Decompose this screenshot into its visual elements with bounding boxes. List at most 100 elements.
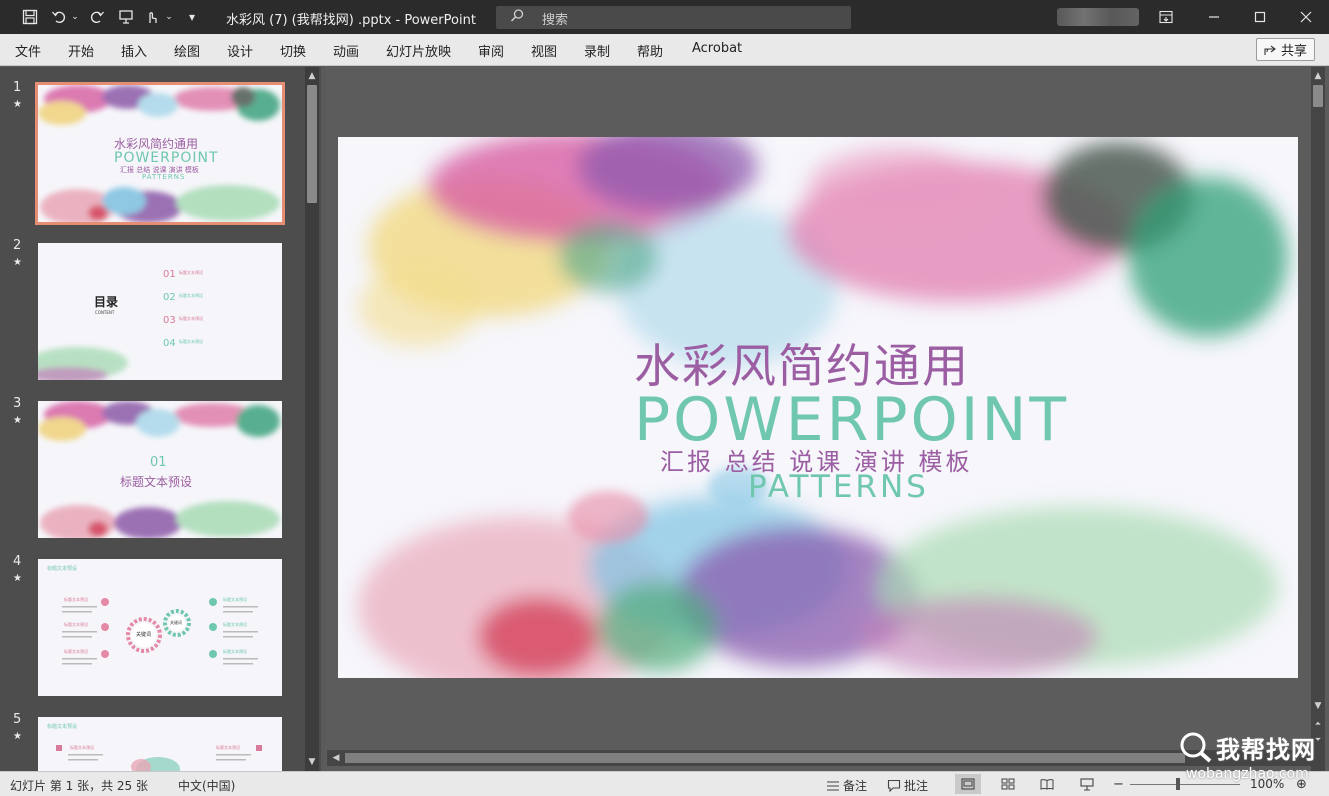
- slide-thumbnail-5[interactable]: 标题文本预设 标题文本预设 标题文本预设: [38, 717, 282, 771]
- animation-star-icon: ★: [13, 573, 22, 584]
- language-indicator[interactable]: 中文(中国): [178, 777, 235, 794]
- minimize-icon[interactable]: [1194, 4, 1234, 30]
- powerpoint-window: ⌄ ⌄ ▾ 水彩风 (7) (我帮找网) .pptx - PowerPoint …: [0, 0, 1329, 796]
- animation-star-icon: ★: [13, 99, 22, 110]
- touch-mode-icon[interactable]: [142, 7, 162, 27]
- tab-animations[interactable]: 动画: [333, 41, 359, 60]
- tab-acrobat[interactable]: Acrobat: [692, 41, 742, 56]
- thumb-item-label: 标题文本预设: [64, 622, 88, 627]
- scroll-up-icon[interactable]: ▲: [1311, 69, 1325, 83]
- slide-number: 5: [13, 712, 22, 727]
- animation-star-icon: ★: [13, 731, 22, 742]
- search-icon: [510, 8, 525, 27]
- notes-icon: [827, 780, 839, 791]
- share-icon: [1264, 45, 1276, 55]
- share-label: 共享: [1280, 44, 1307, 59]
- notes-label: 备注: [843, 779, 868, 793]
- scroll-down-icon[interactable]: ▼: [305, 755, 319, 769]
- tab-view[interactable]: 视图: [531, 41, 557, 60]
- tab-home[interactable]: 开始: [68, 41, 94, 60]
- redo-icon[interactable]: [88, 7, 106, 27]
- tab-review[interactable]: 审阅: [478, 41, 504, 60]
- save-icon[interactable]: [20, 7, 40, 27]
- tab-help[interactable]: 帮助: [637, 41, 663, 60]
- thumb-item-label: 标题文本预设: [70, 745, 94, 750]
- share-button[interactable]: 共享: [1256, 38, 1315, 61]
- watercolor-art: [38, 347, 128, 380]
- slide-thumbnail-4[interactable]: 标题文本预设 关键词 关键词 标题文本预设 标题文本预设 标题文本预设 标题文本…: [38, 559, 282, 696]
- editor-horizontal-scrollbar[interactable]: ◀: [327, 750, 1311, 766]
- watermark-url: wobangzhao.com: [1186, 766, 1309, 782]
- slide-number: 4: [13, 554, 22, 569]
- editor-hscroll-thumb[interactable]: [345, 753, 1185, 763]
- gear-label-a: 关键词: [136, 632, 152, 638]
- touch-dropdown-icon[interactable]: ⌄: [164, 7, 174, 27]
- thumb-item-label: 标题文本预设: [223, 597, 247, 602]
- tab-file[interactable]: 文件: [15, 41, 41, 60]
- scroll-down-icon[interactable]: ▼: [1311, 699, 1325, 713]
- undo-icon[interactable]: [50, 7, 68, 27]
- ribbon-tabs: 文件 开始 插入 绘图 设计 切换 动画 幻灯片放映 审阅 视图 录制 帮助 A…: [0, 34, 1329, 66]
- tab-transitions[interactable]: 切换: [280, 41, 306, 60]
- slide-thumbnail-1[interactable]: 水彩风简约通用 POWERPOINT 汇报 总结 说课 演讲 模板 PATTER…: [35, 82, 285, 225]
- thumb-item-label: 标题文本预设: [223, 622, 247, 627]
- status-bar: 幻灯片 第 1 张，共 25 张 中文(中国) 备注 批注 − 100% ⊕: [0, 771, 1329, 796]
- slide-info[interactable]: 幻灯片 第 1 张，共 25 张: [10, 777, 148, 794]
- editor-vertical-scrollbar[interactable]: ▲ ▼ ⏶ ⏷: [1311, 67, 1325, 771]
- thumbnail-scroll-thumb[interactable]: [307, 85, 317, 203]
- undo-dropdown-icon[interactable]: ⌄: [70, 7, 80, 27]
- toc-title: 目录: [94, 295, 119, 309]
- customize-toolbar-icon[interactable]: ▾: [184, 7, 200, 27]
- maximize-icon[interactable]: [1240, 4, 1280, 30]
- toc-subtitle: CONTENT: [95, 310, 115, 315]
- toc-num-3: 03: [163, 315, 176, 326]
- slideshow-view-button[interactable]: [1074, 774, 1100, 794]
- toc-item-3: 标题文本预设: [179, 316, 203, 321]
- toc-num-1: 01: [163, 269, 176, 280]
- tab-design[interactable]: 设计: [227, 41, 253, 60]
- toc-item-4: 标题文本预设: [179, 339, 203, 344]
- slide-sorter-button[interactable]: [995, 774, 1021, 794]
- ribbon-display-options-icon[interactable]: [1146, 4, 1186, 30]
- animation-star-icon: ★: [13, 415, 22, 426]
- tab-draw[interactable]: 绘图: [174, 41, 200, 60]
- reading-view-button[interactable]: [1034, 774, 1060, 794]
- watermark: 我帮找网 wobangzhao.com: [1176, 728, 1326, 790]
- thumb-item-label: 标题文本预设: [64, 649, 88, 654]
- zoom-out-icon[interactable]: −: [1113, 777, 1124, 792]
- slide-thumbnail-pane[interactable]: 1 ★ 水彩风简约通用 POWERPOINT 汇报 总结 说课 演讲 模板 PA…: [0, 67, 321, 771]
- thumbnail-scrollbar[interactable]: ▲ ▼: [305, 67, 319, 771]
- slide-subtitle-en[interactable]: PATTERNS: [748, 469, 929, 505]
- watermark-brand: 我帮找网: [1216, 736, 1316, 764]
- toc-num-2: 02: [163, 292, 176, 303]
- tab-insert[interactable]: 插入: [121, 41, 147, 60]
- slide-number: 3: [13, 396, 22, 411]
- notes-button[interactable]: 备注: [826, 777, 867, 794]
- thumb-item-label: 标题文本预设: [223, 649, 247, 654]
- presentation-icon[interactable]: [116, 7, 136, 27]
- comments-button[interactable]: 批注: [887, 777, 928, 794]
- search-placeholder: 搜索: [542, 13, 569, 28]
- slide-thumbnail-2[interactable]: 目录 CONTENT 01 标题文本预设 02 标题文本预设 03 标题文本预设…: [38, 243, 282, 380]
- search-box[interactable]: 搜索: [496, 6, 851, 29]
- current-slide[interactable]: 水彩风简约通用 POWERPOINT 汇报 总结 说课 演讲 模板 PATTER…: [338, 137, 1298, 678]
- thumb-item-label: 标题文本预设: [64, 597, 88, 602]
- editor-scroll-thumb[interactable]: [1313, 85, 1323, 107]
- title-bar: ⌄ ⌄ ▾ 水彩风 (7) (我帮找网) .pptx - PowerPoint …: [0, 0, 1329, 34]
- slide-thumbnail-3[interactable]: 01 标题文本预设: [38, 401, 282, 538]
- account-name-blurred[interactable]: [1057, 8, 1139, 26]
- slide-sorter-icon: [1001, 778, 1015, 790]
- tab-record[interactable]: 录制: [584, 41, 610, 60]
- gear-label-b: 关键词: [170, 620, 182, 625]
- toc-item-1: 标题文本预设: [179, 270, 203, 275]
- thumb-art: [56, 745, 262, 771]
- section-title: 标题文本预设: [120, 475, 193, 489]
- tab-slideshow[interactable]: 幻灯片放映: [386, 41, 451, 60]
- close-icon[interactable]: [1286, 4, 1326, 30]
- normal-view-button[interactable]: [955, 774, 981, 794]
- slideshow-icon: [1080, 777, 1094, 791]
- section-number: 01: [150, 455, 167, 470]
- animation-star-icon: ★: [13, 257, 22, 268]
- scroll-up-icon[interactable]: ▲: [305, 69, 319, 83]
- scroll-left-icon[interactable]: ◀: [329, 751, 343, 765]
